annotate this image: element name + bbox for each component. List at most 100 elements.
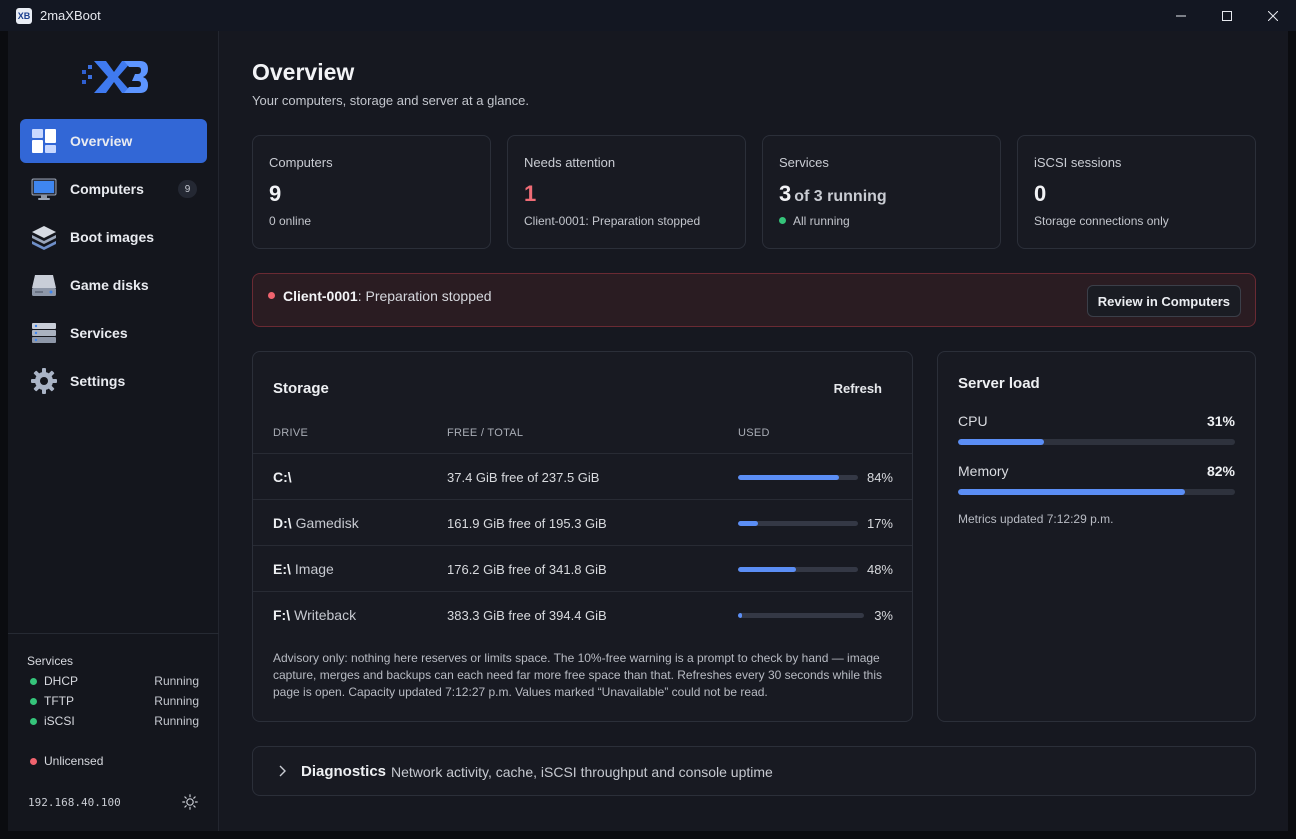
table-row: F:\ Writeback 383.3 GiB free of 394.4 GiB… [253, 591, 912, 637]
stat-card-computers[interactable]: Computers 9 0 online [252, 135, 491, 249]
drive-name: Gamedisk [295, 515, 359, 531]
dashboard-icon [31, 128, 57, 154]
license-status[interactable]: Unlicensed [27, 754, 103, 768]
status-dot [30, 698, 37, 705]
chevron-right-icon [279, 765, 286, 777]
stat-sub-wrap: All running [779, 214, 850, 228]
drive-name: Writeback [294, 607, 357, 623]
drive-letter: D:\ [273, 515, 292, 531]
brand-logo [82, 61, 148, 93]
sidebar-item-overview[interactable]: Overview [20, 119, 207, 163]
sidebar-item-label: Boot images [70, 229, 155, 245]
drive-letter-wrap: F:\ Writeback [273, 607, 356, 623]
stat-card-iscsi-sessions[interactable]: iSCSI sessions 0 Storage connections onl… [1017, 135, 1256, 249]
stat-value-wrap: 3 of 3 running [779, 181, 887, 207]
alert-client: Client-0001 [283, 288, 358, 304]
memory-bar [958, 489, 1235, 495]
cpu-bar-fill [958, 439, 1044, 445]
gear-icon [31, 368, 57, 394]
usage-bar-fill [738, 567, 796, 572]
sidebar-item-computers[interactable]: Computers 9 [20, 167, 207, 211]
drive-letter: C:\ [273, 469, 292, 485]
status-dot [30, 678, 37, 685]
review-in-computers-button[interactable]: Review in Computers [1086, 285, 1241, 317]
sidebar-item-label: Overview [70, 133, 133, 149]
theme-toggle-sun-icon[interactable] [182, 794, 198, 810]
sidebar-item-settings[interactable]: Settings [20, 359, 207, 403]
drive-used-percent: 48% [866, 562, 893, 577]
stat-value: 3 [779, 181, 792, 206]
title-bar: XB 2maXBoot [0, 0, 1296, 31]
memory-label: Memory [958, 463, 1009, 479]
status-dot [30, 758, 37, 765]
drive-letter-wrap: C:\ [273, 469, 296, 485]
close-button[interactable] [1250, 0, 1296, 31]
sidebar-item-game-disks[interactable]: Game disks [20, 263, 207, 307]
service-status: Running [154, 674, 199, 688]
app-icon: XB [16, 7, 32, 24]
sidebar-divider [8, 633, 219, 634]
stat-label: iSCSI sessions [1034, 155, 1122, 170]
app-window: Overview Computers 9 Boot images Game di… [8, 31, 1288, 831]
stat-sub: 0 online [269, 214, 312, 228]
storage-advisory-note: Advisory only: nothing here reserves or … [273, 651, 883, 699]
layers-icon [31, 224, 57, 250]
memory-bar-fill [958, 489, 1186, 495]
diagnostics-subtitle: Network activity, cache, iSCSI throughpu… [391, 764, 773, 780]
usage-bar [738, 613, 864, 618]
stat-card-services[interactable]: Services 3 of 3 running All running [762, 135, 1001, 249]
sidebar-item-label: Game disks [70, 277, 149, 293]
cpu-bar [958, 439, 1235, 445]
drive-free: 383.3 GiB free of 394.4 GiB [447, 608, 607, 623]
stat-sub: Client-0001: Preparation stopped [524, 214, 701, 228]
drive-letter: F:\ [273, 607, 291, 623]
stat-label: Needs attention [524, 155, 616, 170]
drive-used-percent: 84% [866, 470, 893, 485]
storage-title: Storage [273, 380, 329, 397]
minimize-button[interactable] [1158, 0, 1204, 31]
status-dot [268, 292, 275, 299]
server-load-panel: Server load CPU 31% Memory 82% Metrics u… [937, 351, 1256, 722]
maximize-button[interactable] [1204, 0, 1250, 31]
drive-free: 176.2 GiB free of 341.8 GiB [447, 562, 607, 577]
service-name: DHCP [44, 674, 79, 688]
services-heading: Services [27, 654, 74, 668]
sidebar-item-services[interactable]: Services [20, 311, 207, 355]
service-status: Running [154, 694, 199, 708]
attention-banner: Client-0001: Preparation stopped Review … [252, 273, 1256, 327]
drive-free: 37.4 GiB free of 237.5 GiB [447, 470, 600, 485]
diagnostics-expander[interactable]: Diagnostics Network activity, cache, iSC… [252, 746, 1256, 796]
minimize-icon [1176, 15, 1186, 16]
drive-letter: E:\ [273, 561, 291, 577]
service-status-tftp: TFTP Running [27, 694, 199, 710]
table-row: D:\ Gamedisk 161.9 GiB free of 195.3 GiB … [253, 499, 912, 545]
stat-card-needs-attention[interactable]: Needs attention 1 Client-0001: Preparati… [507, 135, 746, 249]
service-name: TFTP [44, 694, 74, 708]
refresh-button[interactable]: Refresh [834, 381, 882, 396]
storage-panel: Storage Refresh DRIVE FREE / TOTAL USED … [252, 351, 913, 722]
monitor-icon [31, 176, 57, 202]
drive-name: Image [294, 561, 334, 577]
status-dot [30, 718, 37, 725]
service-status-dhcp: DHCP Running [27, 674, 199, 690]
usage-bar-fill [738, 521, 759, 526]
license-label: Unlicensed [44, 754, 104, 768]
service-status: Running [154, 714, 199, 728]
stat-label: Computers [269, 155, 333, 170]
stat-value: 1 [524, 181, 537, 206]
sidebar: Overview Computers 9 Boot images Game di… [8, 31, 219, 831]
drive-used-percent: 17% [866, 516, 893, 531]
usage-bar [738, 567, 858, 572]
usage-bar [738, 475, 858, 480]
usage-bar-fill [738, 613, 742, 618]
close-icon [1268, 10, 1278, 21]
stat-sub: All running [793, 214, 850, 228]
memory-value: 82% [1206, 463, 1235, 479]
page-title: Overview [252, 59, 355, 85]
sidebar-item-boot-images[interactable]: Boot images [20, 215, 207, 259]
diagnostics-title: Diagnostics [301, 763, 387, 780]
column-header-drive: DRIVE [273, 427, 309, 439]
service-name: iSCSI [44, 714, 75, 728]
service-status-iscsi: iSCSI Running [27, 714, 199, 730]
drive-free: 161.9 GiB free of 195.3 GiB [447, 516, 607, 531]
